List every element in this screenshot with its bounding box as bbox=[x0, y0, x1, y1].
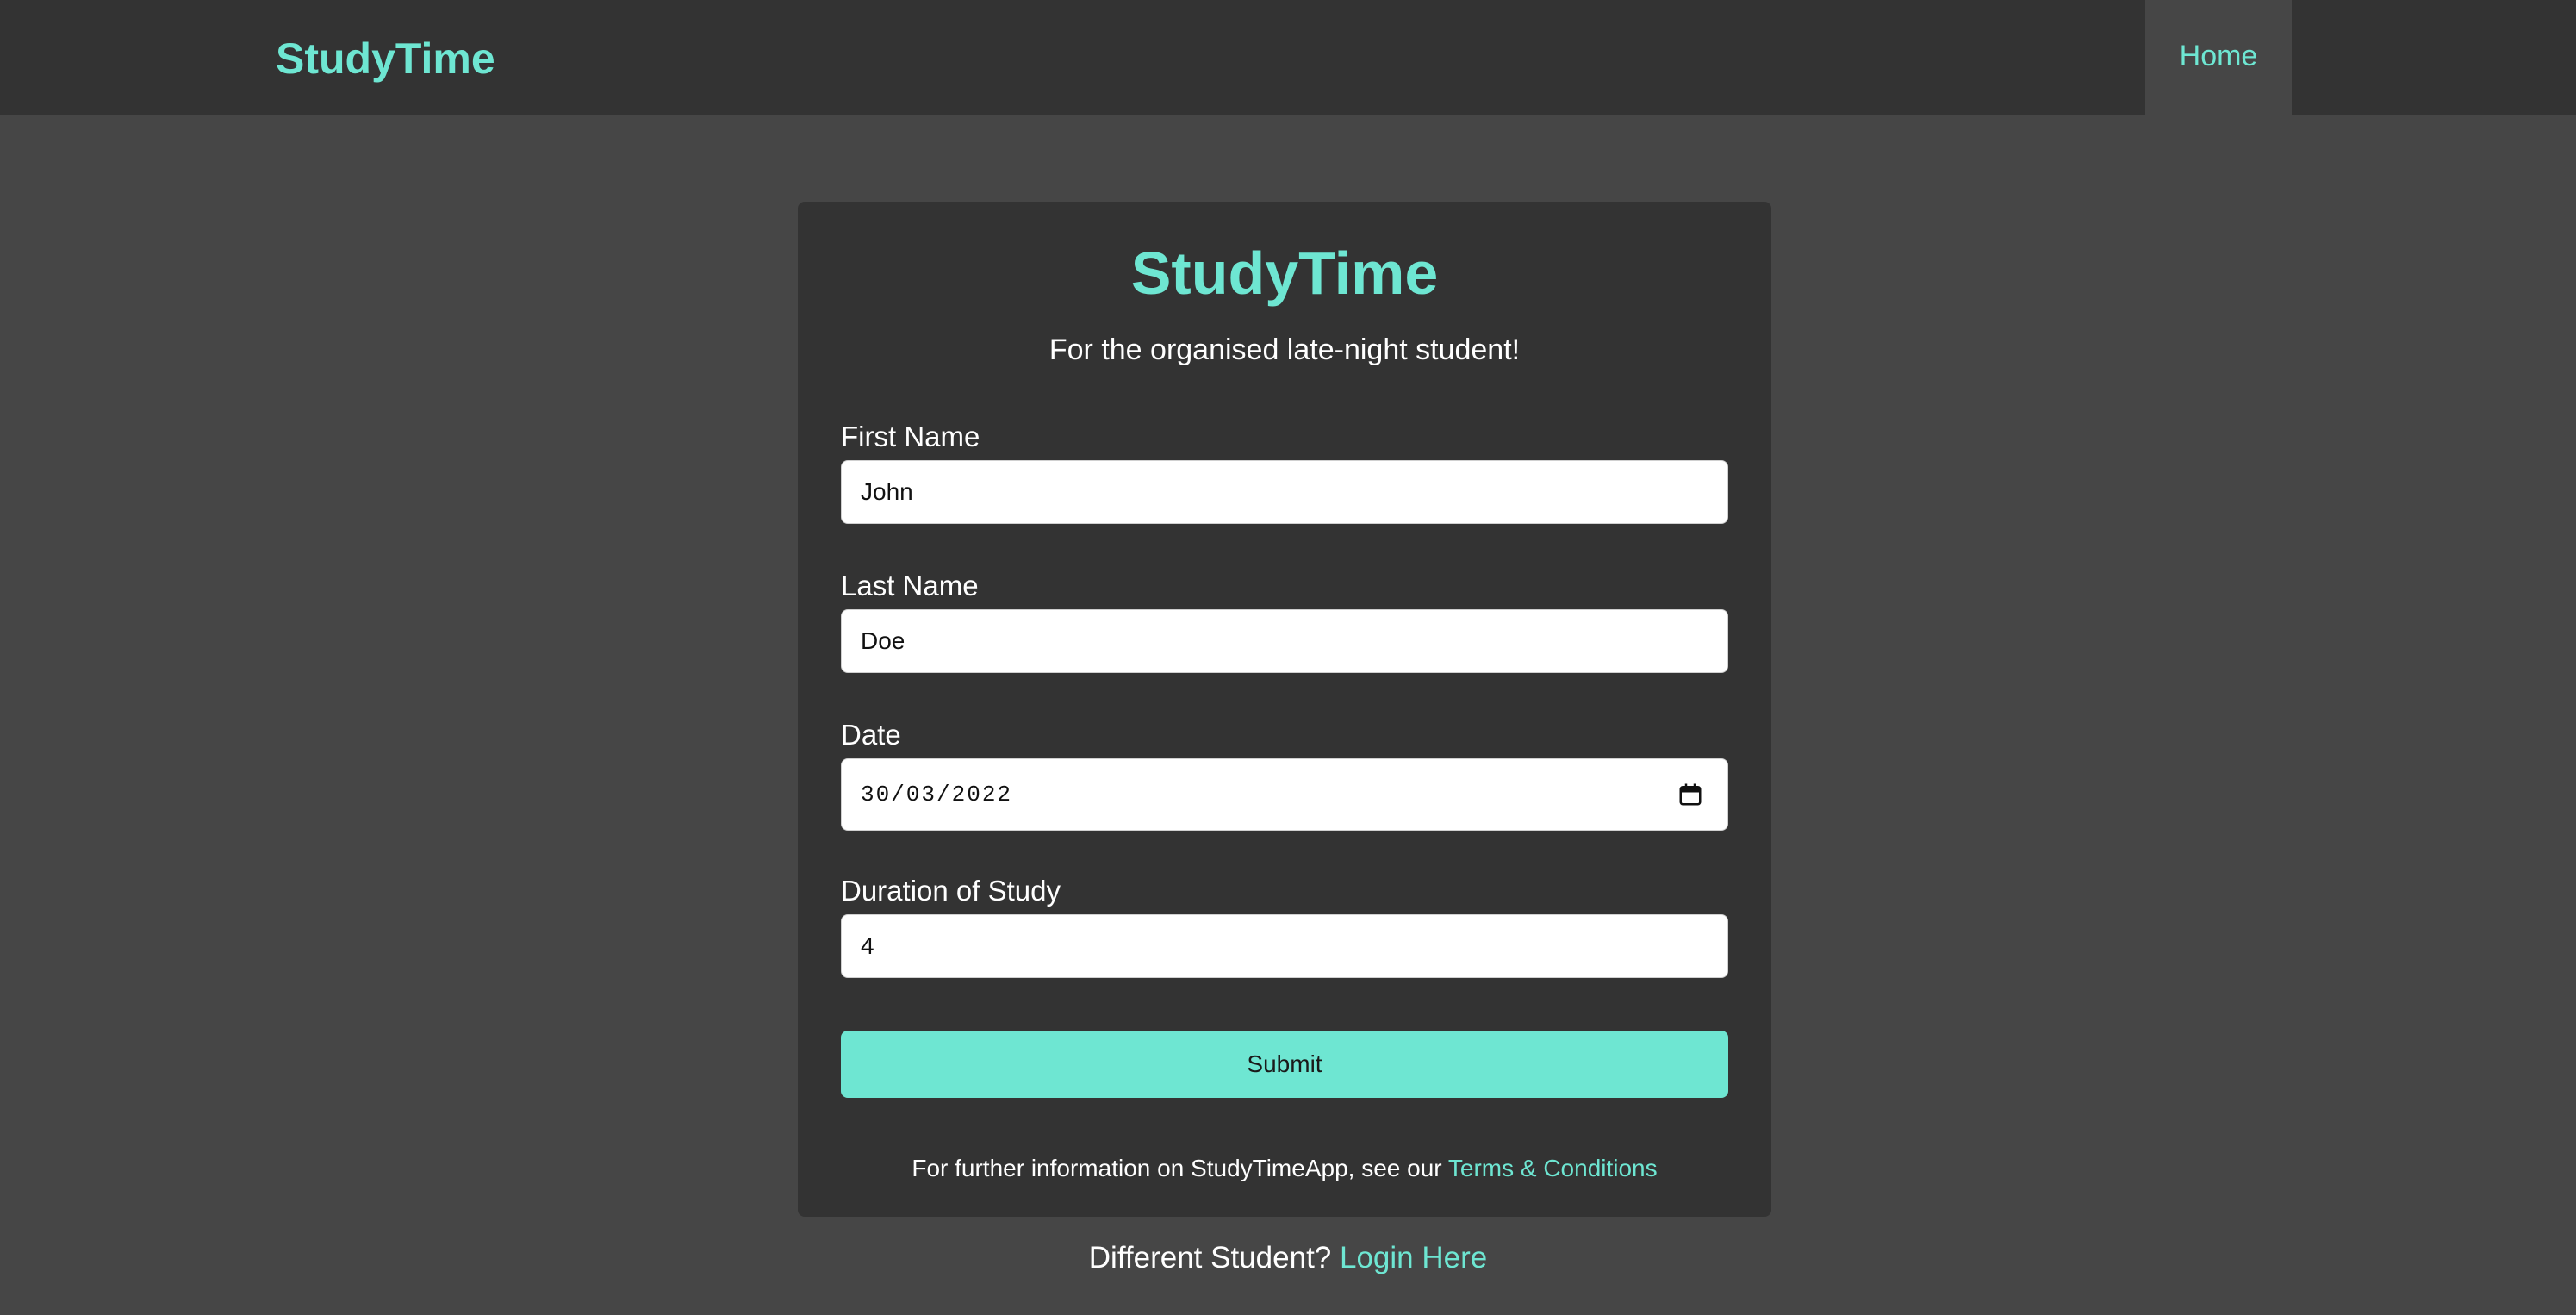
terms-prefix: For further information on StudyTimeApp,… bbox=[912, 1155, 1442, 1181]
brand-logo-link[interactable]: StudyTime bbox=[276, 31, 495, 86]
nav-home-link[interactable]: Home bbox=[2145, 0, 2292, 115]
form-subtitle: For the organised late-night student! bbox=[1048, 333, 1521, 366]
terms-link[interactable]: Terms & Conditions bbox=[1448, 1155, 1658, 1181]
submit-button[interactable]: Submit bbox=[841, 1031, 1728, 1098]
date-label: Date bbox=[841, 719, 901, 751]
date-value: 30/03/2022 bbox=[861, 782, 1013, 807]
login-prompt: Different Student? Login Here bbox=[0, 1239, 2576, 1277]
login-prompt-text: Different Student? bbox=[1088, 1241, 1332, 1274]
form-title: StudyTime bbox=[1130, 240, 1439, 307]
last-name-input[interactable] bbox=[841, 609, 1728, 673]
top-navbar: StudyTime Home bbox=[0, 0, 2576, 115]
duration-input[interactable] bbox=[841, 914, 1728, 978]
calendar-icon[interactable] bbox=[1677, 781, 1703, 808]
first-name-label: First Name bbox=[841, 421, 980, 452]
login-link[interactable]: Login Here bbox=[1340, 1241, 1487, 1274]
first-name-input[interactable] bbox=[841, 460, 1728, 524]
terms-notice: For further information on StudyTimeApp,… bbox=[798, 1153, 1771, 1184]
last-name-label: Last Name bbox=[841, 570, 979, 601]
date-input[interactable]: 30/03/2022 bbox=[841, 758, 1728, 831]
study-form-card: StudyTime For the organised late-night s… bbox=[798, 202, 1771, 1217]
duration-label: Duration of Study bbox=[841, 875, 1061, 907]
